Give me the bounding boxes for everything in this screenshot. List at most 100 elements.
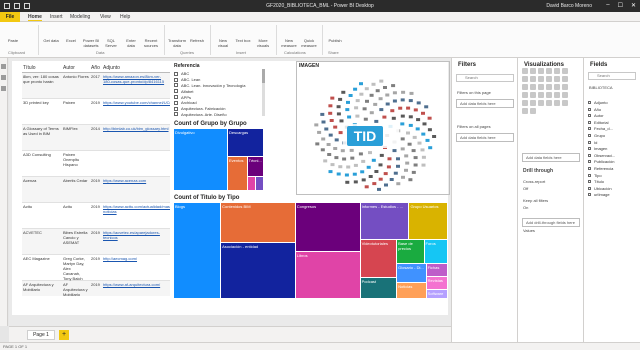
- treemap-tile[interactable]: Fichas: [426, 263, 447, 276]
- field-item[interactable]: Año: [588, 107, 601, 112]
- cross-report-toggle[interactable]: Off: [523, 186, 528, 191]
- visual-type-icon[interactable]: [538, 68, 544, 74]
- powerbi-datasets-button[interactable]: Power BI datasets: [82, 25, 100, 48]
- new-measure-button[interactable]: New measure: [280, 25, 298, 48]
- checkbox-icon[interactable]: [588, 127, 591, 131]
- visual-type-icon[interactable]: [546, 100, 552, 106]
- visual-type-icon[interactable]: [562, 92, 568, 98]
- checkbox-icon[interactable]: [588, 120, 591, 124]
- visual-type-icon[interactable]: [554, 84, 560, 90]
- field-item[interactable]: Id: [588, 140, 597, 145]
- treemap-tile[interactable]: Contenidos BIM: [221, 203, 295, 243]
- checkbox-icon[interactable]: [588, 160, 591, 164]
- tab-modeling[interactable]: Modeling: [70, 14, 90, 20]
- tab-help[interactable]: Help: [120, 14, 130, 20]
- checkbox-icon[interactable]: [588, 180, 591, 184]
- checkbox-icon[interactable]: [588, 153, 591, 157]
- treemap-tile[interactable]: Descargas: [228, 129, 263, 156]
- checkbox-icon[interactable]: [174, 83, 178, 88]
- recent-sources-button[interactable]: Recent sources: [142, 25, 160, 48]
- treemap-tile[interactable]: Revistas: [426, 276, 447, 290]
- col-adjunto[interactable]: Adjunto: [102, 64, 170, 72]
- treemap-tile[interactable]: Informes - Estudios - ...: [360, 203, 409, 239]
- visual-type-icon[interactable]: [530, 108, 536, 114]
- filters-page-drop[interactable]: Add data fields here: [456, 99, 514, 108]
- slicer-item[interactable]: Arquitectura. Arte. Diseño: [174, 112, 264, 118]
- transform-data-button[interactable]: Transform data: [168, 25, 186, 48]
- data-view-icon[interactable]: [1, 75, 6, 80]
- table-row[interactable]: Acttu Acttu 2019 https://www.acttu.com/actu…: [22, 203, 170, 229]
- checkbox-icon[interactable]: [174, 89, 178, 94]
- field-item[interactable]: Adjunto: [588, 100, 608, 105]
- table-row[interactable]: AF Arquitectura y Mobiliario AF Arquitect…: [22, 281, 170, 296]
- new-visual-button[interactable]: New visual: [214, 25, 232, 48]
- model-view-icon[interactable]: [1, 86, 6, 91]
- field-item[interactable]: urlImage: [588, 192, 610, 197]
- visual-type-icon[interactable]: [522, 84, 528, 90]
- field-item[interactable]: Tipo: [588, 173, 602, 178]
- treemap-tile[interactable]: Libros: [295, 252, 360, 298]
- user-name[interactable]: David Barco Moreno: [546, 3, 592, 9]
- field-item[interactable]: Autor: [588, 113, 604, 118]
- visual-type-icon[interactable]: [522, 100, 528, 106]
- treemap-tile[interactable]: Glosario - Di...: [397, 263, 426, 282]
- treemap-titulo[interactable]: Blogs Contenidos BIM Asociación - entidad C…: [174, 203, 448, 299]
- treemap-tile[interactable]: Videotutoriales: [360, 239, 397, 278]
- visual-type-icon[interactable]: [546, 76, 552, 82]
- checkbox-icon[interactable]: [588, 147, 591, 151]
- field-item[interactable]: Fecha_d...: [588, 126, 613, 131]
- visual-type-icon[interactable]: [562, 76, 568, 82]
- cell-adjunto[interactable]: https://www.acttu.com/actualidad/mas-not…: [102, 203, 170, 228]
- more-visuals-button[interactable]: More visuals: [254, 25, 272, 48]
- text-box-button[interactable]: Text box: [234, 25, 252, 43]
- cell-adjunto[interactable]: [102, 151, 170, 176]
- field-item[interactable]: Publicación: [588, 159, 614, 164]
- field-item[interactable]: Grupo: [588, 133, 605, 138]
- visual-type-icon[interactable]: [562, 68, 568, 74]
- save-icon[interactable]: [4, 3, 10, 9]
- treemap-tile[interactable]: Software: [426, 290, 447, 298]
- table-visual[interactable]: Título Autor Año Adjunto 8km, ver: 180 c…: [22, 64, 170, 296]
- table-row[interactable]: 8km, ver: 180 cosas que pronto harán Anto…: [22, 73, 170, 99]
- visual-type-icon[interactable]: [554, 100, 560, 106]
- filters-search[interactable]: Search: [456, 74, 514, 82]
- visual-type-icon[interactable]: [522, 108, 528, 114]
- cell-adjunto[interactable]: https://www.af-arquitectura.com/: [102, 281, 170, 296]
- referencia-slicer[interactable]: Referencia ABC ABC. Lean ABC. Lean. Innova…: [174, 63, 264, 118]
- cell-adjunto[interactable]: http://bimlab.co.uk/bim_glossary.html: [102, 125, 170, 150]
- field-item[interactable]: Referencia: [588, 166, 613, 171]
- checkbox-icon[interactable]: [174, 106, 178, 111]
- checkbox-icon[interactable]: [588, 193, 591, 197]
- tab-home[interactable]: Home: [28, 14, 42, 21]
- cell-adjunto[interactable]: https://www.youtube.com/channel/UCmMuTLS…: [102, 99, 170, 124]
- redo-icon[interactable]: [24, 3, 30, 9]
- checkbox-icon[interactable]: [588, 186, 591, 190]
- sql-server-button[interactable]: SQL Server: [102, 25, 120, 48]
- checkbox-icon[interactable]: [174, 95, 178, 100]
- table-row[interactable]: AEC Magazine Greg Corke, Martyn Day, Alex…: [22, 255, 170, 281]
- maximize-icon[interactable]: ☐: [618, 2, 623, 9]
- visual-type-icon[interactable]: [554, 68, 560, 74]
- minimize-icon[interactable]: –: [606, 2, 609, 9]
- cell-adjunto[interactable]: https://www.amazon.es/8km-ver-180-cosas-…: [102, 73, 170, 98]
- fields-search[interactable]: Search: [588, 72, 636, 80]
- paste-button[interactable]: Paste: [4, 25, 22, 43]
- fields-table-name[interactable]: BIBLIOTECA: [589, 85, 613, 90]
- checkbox-icon[interactable]: [588, 101, 591, 104]
- page-tab[interactable]: Page 1: [27, 330, 55, 340]
- undo-icon[interactable]: [14, 3, 20, 9]
- visual-type-icon[interactable]: [538, 84, 544, 90]
- visual-type-icon[interactable]: [546, 84, 552, 90]
- cell-adjunto[interactable]: http://aecmag.com/: [102, 255, 170, 280]
- tab-view[interactable]: View: [100, 14, 111, 20]
- checkbox-icon[interactable]: [588, 134, 591, 137]
- cell-adjunto[interactable]: https://acvetec.es/aparejadores-tecnicos: [102, 229, 170, 254]
- quick-measure-button[interactable]: Quick measure: [300, 25, 318, 48]
- table-row[interactable]: ACVETEC Bibes Estrella Cancio y ASEMAT 201…: [22, 229, 170, 255]
- table-row[interactable]: 3D printed key Paixen 2019 https://www.yout…: [22, 99, 170, 125]
- excel-button[interactable]: Excel: [62, 25, 80, 43]
- visual-type-icon[interactable]: [530, 84, 536, 90]
- visual-type-icon[interactable]: [530, 76, 536, 82]
- visual-type-icon[interactable]: [522, 68, 528, 74]
- treemap-grupo[interactable]: Divulgativo Descargas Eventos Técni...: [174, 129, 264, 191]
